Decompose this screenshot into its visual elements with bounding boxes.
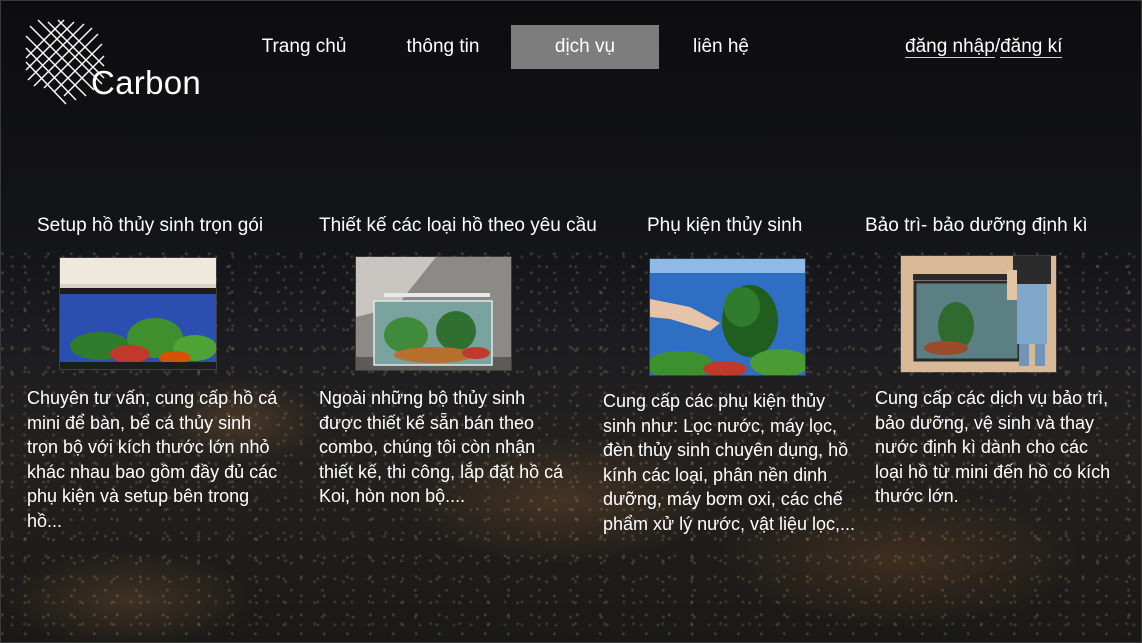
service-desc-setup: Chuyên tư vấn, cung cấp hồ cá mini để bà… (27, 388, 278, 531)
service-title-maintenance[interactable]: Bảo trì- bảo dưỡng định kì (865, 215, 1088, 237)
service-title-setup[interactable]: Setup hồ thủy sinh trọn gói (37, 215, 263, 237)
nav-item-info[interactable]: thông tin (389, 25, 497, 69)
aquarium-full-setup-photo (60, 258, 216, 369)
auth-links: đăng nhập/đăng kí (905, 36, 1063, 58)
register-link[interactable]: đăng kí (1000, 36, 1063, 58)
service-desc-custom: Ngoài những bộ thủy sinh được thiết kế s… (319, 388, 564, 506)
service-desc-maintenance: Cung cấp các dịch vụ bảo trì, bảo dưỡng,… (875, 388, 1111, 506)
login-link[interactable]: đăng nhập (905, 36, 995, 58)
nav-item-services[interactable]: dịch vụ (511, 25, 659, 69)
brand-name: Carbon (91, 64, 202, 101)
nav-item-home[interactable]: Trang chủ (251, 25, 357, 69)
service-image-setup[interactable] (59, 257, 217, 370)
aquatic-plant-accessory-photo (650, 259, 805, 375)
service-image-accessories[interactable] (649, 258, 806, 376)
service-desc-accessories: Cung cấp các phụ kiện thủy sinh như: Lọc… (603, 391, 855, 534)
nav-item-contact[interactable]: liên hệ (678, 25, 764, 69)
service-image-maintenance[interactable] (900, 255, 1057, 373)
service-image-custom[interactable] (355, 256, 512, 371)
aquarium-maintenance-photo (901, 256, 1056, 372)
service-title-accessories[interactable]: Phụ kiện thủy sinh (647, 215, 802, 237)
service-title-custom[interactable]: Thiết kế các loại hồ theo yêu cầu (319, 215, 597, 237)
custom-aquarium-photo (356, 257, 511, 370)
